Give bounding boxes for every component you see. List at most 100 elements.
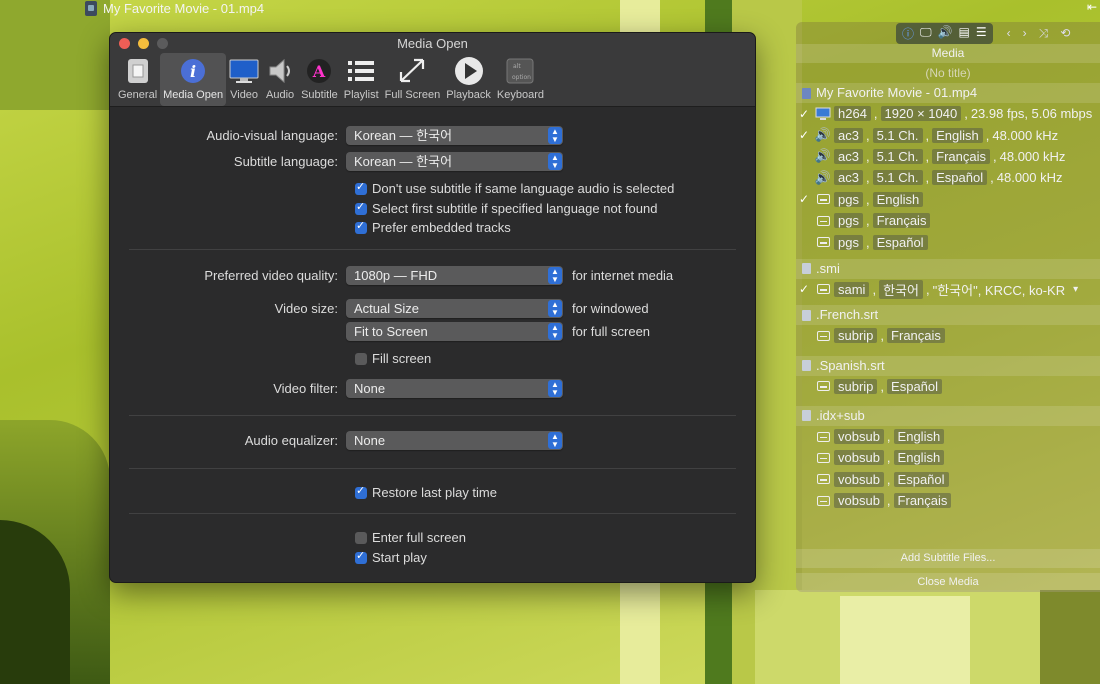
fullscreen-size-popup[interactable]: Fit to Screen ▲ ▼ xyxy=(346,322,563,341)
media-open-pane: Audio-visual language: Korean — 한국어 ▲ ▼ S… xyxy=(110,107,755,582)
select-first-sub-checkbox[interactable]: Select first subtitle if specified langu… xyxy=(355,200,657,216)
restore-play-time-checkbox[interactable]: Restore last play time xyxy=(355,484,497,500)
chevron-updown-icon: ▲ ▼ xyxy=(548,380,562,397)
track-codec: ac3 xyxy=(834,127,863,143)
subtitle-icon xyxy=(816,495,830,506)
fill-screen-checkbox[interactable]: Fill screen xyxy=(355,351,431,366)
av-language-row: Audio-visual language: Korean — 한국어 ▲ ▼ xyxy=(110,126,563,145)
track-language: English xyxy=(893,429,945,445)
filter-popup[interactable]: None ▲ ▼ xyxy=(346,379,563,398)
track-channels: 5.1 Ch. xyxy=(872,148,923,164)
info-icon: i xyxy=(178,56,208,86)
switch-icon xyxy=(123,56,153,86)
subtitle-track[interactable]: vobsub, English xyxy=(796,447,1100,468)
sub-language-popup[interactable]: Korean — 한국어 ▲ ▼ xyxy=(346,152,563,171)
tab-playlist[interactable]: Playlist xyxy=(341,53,382,106)
track-rate: 48.000 kHz xyxy=(996,170,1063,186)
info-icon[interactable]: ⓘ xyxy=(902,25,914,42)
tab-audio[interactable]: Audio xyxy=(262,53,298,106)
track-language: English xyxy=(932,127,983,143)
group-smi[interactable]: .smi xyxy=(796,258,1100,279)
subtitle-track[interactable]: vobsub, Français xyxy=(796,490,1100,511)
group-spanish[interactable]: .Spanish.srt xyxy=(796,355,1100,376)
filter-value: None xyxy=(354,381,386,396)
tab-subtitle[interactable]: A Subtitle xyxy=(298,53,341,106)
svg-text:alt: alt xyxy=(513,63,521,70)
tab-media-open[interactable]: i Media Open xyxy=(160,53,227,106)
audio-track[interactable]: ✓ 🔊 ac3, 5.1 Ch., English, 48.000 kHz xyxy=(796,124,1100,145)
panel-segment: ⓘ 🖵 🔊 ▤ ☰ xyxy=(896,22,993,44)
subtitle-icon xyxy=(816,194,830,205)
subtitle-icon[interactable]: ▤ xyxy=(959,25,970,42)
window-title: My Favorite Movie - 01.mp4 xyxy=(85,1,264,16)
repeat-icon[interactable]: ⟲ xyxy=(1060,26,1070,41)
svg-text:A: A xyxy=(312,62,326,81)
next-icon[interactable]: › xyxy=(1023,26,1027,41)
tab-media-open-label: Media Open xyxy=(163,89,224,101)
subtitle-track[interactable]: vobsub, Español xyxy=(796,469,1100,490)
subtitle-icon xyxy=(816,237,830,248)
quality-popup[interactable]: 1080p — FHD ▲ ▼ xyxy=(346,266,563,285)
subtitle-track[interactable]: ✓ sami, 한국어, "한국어", KRCC, ko-KR ▾ xyxy=(796,279,1100,300)
add-subtitle-files-button[interactable]: Add Subtitle Files... xyxy=(796,549,1100,568)
no-sub-same-lang-checkbox[interactable]: Don't use subtitle if same language audi… xyxy=(355,180,674,196)
start-play-checkbox[interactable]: Start play xyxy=(355,549,427,565)
sub-language-value: Korean — 한국어 xyxy=(354,154,453,169)
prefer-embedded-checkbox[interactable]: Prefer embedded tracks xyxy=(355,219,511,235)
audio-track[interactable]: 🔊 ac3, 5.1 Ch., Français, 48.000 kHz xyxy=(796,146,1100,167)
close-media-button[interactable]: Close Media xyxy=(796,573,1100,592)
subtitle-track[interactable]: vobsub, English xyxy=(796,426,1100,447)
chevron-down-icon[interactable]: ▾ xyxy=(1073,284,1078,295)
tab-general-label: General xyxy=(118,89,158,101)
chevron-updown-icon: ▲ ▼ xyxy=(548,432,562,449)
track-language: English xyxy=(893,450,945,466)
expand-icon xyxy=(397,56,427,86)
track-channels: 5.1 Ch. xyxy=(872,127,923,143)
tab-general[interactable]: General xyxy=(115,53,160,106)
size-label: Video size: xyxy=(274,301,338,316)
speaker-icon[interactable]: 🔊 xyxy=(938,25,953,42)
eq-popup[interactable]: None ▲ ▼ xyxy=(346,431,563,450)
tab-keyboard[interactable]: alt option Keyboard xyxy=(494,53,547,106)
chevron-updown-icon: ▲ ▼ xyxy=(548,300,562,317)
track-language: Español xyxy=(872,234,928,250)
group-label: .French.srt xyxy=(816,307,879,323)
subtitle-track[interactable]: ✓ pgs, English xyxy=(796,189,1100,210)
tab-full-screen[interactable]: Full Screen xyxy=(382,53,444,106)
monitor-icon[interactable]: 🖵 xyxy=(920,25,932,42)
previous-icon[interactable]: ‹ xyxy=(1007,26,1011,41)
chevron-updown-icon: ▲ ▼ xyxy=(548,153,562,170)
tab-playback[interactable]: Playback xyxy=(443,53,494,106)
list-icon[interactable]: ☰ xyxy=(976,25,987,42)
subtitle-track[interactable]: pgs, Français xyxy=(796,210,1100,231)
audio-track[interactable]: 🔊 ac3, 5.1 Ch., Español, 48.000 kHz xyxy=(796,167,1100,188)
subtitle-track[interactable]: subrip, Español xyxy=(796,376,1100,397)
windowed-size-popup[interactable]: Actual Size ▲ ▼ xyxy=(346,299,563,318)
track-language: Español xyxy=(887,378,943,394)
group-label: My Favorite Movie - 01.mp4 xyxy=(816,85,978,100)
check-icon: ✓ xyxy=(798,192,810,207)
checkbox-label: Enter full screen xyxy=(372,530,466,545)
quality-row: Preferred video quality: 1080p — FHD ▲ ▼ … xyxy=(110,266,673,285)
shuffle-icon[interactable]: ⤨ xyxy=(1039,26,1049,41)
panel-no-title: (No title) xyxy=(925,66,971,80)
group-file[interactable]: My Favorite Movie - 01.mp4 xyxy=(796,83,1100,103)
group-idx-sub[interactable]: .idx+sub xyxy=(796,405,1100,426)
subtitle-icon xyxy=(816,474,830,485)
size-fullscreen-row: Fit to Screen ▲ ▼ for full screen xyxy=(346,322,650,341)
separator xyxy=(129,513,736,514)
track-language: Español xyxy=(932,170,988,186)
panel-header: Media xyxy=(796,44,1100,63)
tab-video[interactable]: Video xyxy=(226,53,262,106)
group-french[interactable]: .French.srt xyxy=(796,305,1100,326)
track-codec: pgs xyxy=(834,213,863,229)
av-language-popup[interactable]: Korean — 한국어 ▲ ▼ xyxy=(346,126,563,145)
subtitle-track[interactable]: pgs, Español xyxy=(796,231,1100,252)
subtitle-track[interactable]: subrip, Français xyxy=(796,325,1100,346)
preferences-title: Media Open xyxy=(397,36,468,51)
video-track[interactable]: ✓ h264, 1920 × 1040, 23.98 fps, 5.06 mbp… xyxy=(796,103,1100,124)
enter-full-screen-checkbox[interactable]: Enter full screen xyxy=(355,530,466,545)
play-icon xyxy=(454,56,484,86)
pin-icon[interactable]: ⇤ xyxy=(1087,0,1097,14)
track-codec: vobsub xyxy=(834,493,884,509)
